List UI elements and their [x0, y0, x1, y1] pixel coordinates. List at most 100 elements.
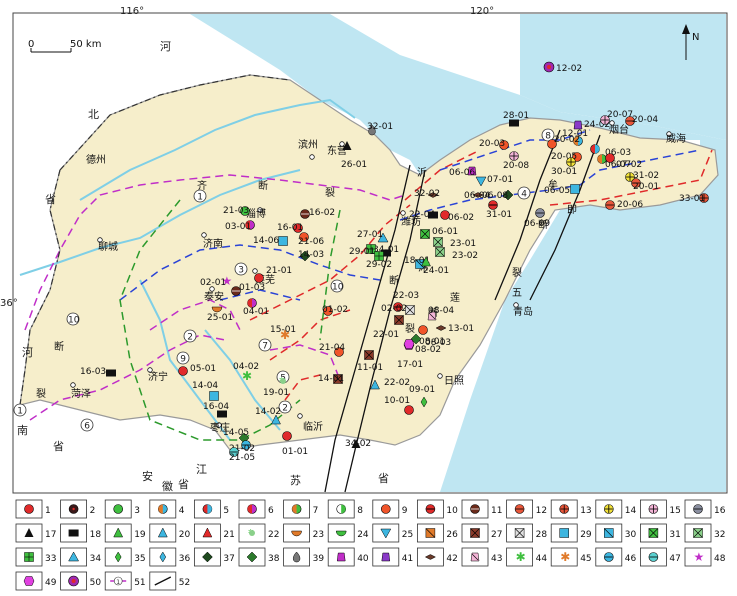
lat-36-label: 36° [0, 298, 18, 309]
legend-number: 17 [45, 530, 56, 540]
site-code: 29-02 [366, 260, 392, 270]
site-marker: 02-02 [381, 302, 407, 314]
legend-number: 37 [223, 554, 234, 564]
site-marker: 31-02 [625, 171, 659, 182]
fault-label-wu: 五 [512, 288, 522, 299]
site-code: 04-02 [233, 362, 259, 372]
fault-label-yi: 沂 [417, 166, 427, 179]
legend-number: 43 [491, 554, 502, 564]
legend-number: 47 [669, 554, 680, 564]
region-label-su: 苏 [290, 474, 301, 487]
city-label-qingdao: 青岛 [513, 305, 533, 318]
site-code: 22-01 [373, 330, 399, 340]
fault-label-ji: 即 [567, 204, 577, 216]
site-code: 06-06 [449, 168, 475, 178]
zone-number-text: 1 [17, 406, 23, 416]
site-code: 20-08 [503, 161, 529, 171]
site-code: 02-02 [381, 304, 407, 314]
site-code: 14-02 [255, 407, 281, 417]
site-code: 16-02 [309, 208, 335, 218]
zone-number-c10a: 10 [330, 279, 344, 293]
site-code: 31-01 [486, 210, 512, 220]
site-code: 04-01 [243, 307, 269, 317]
legend-number: 9 [402, 506, 408, 516]
site-code: 06-05 [544, 186, 570, 196]
legend-number: 26 [446, 530, 458, 540]
region-label-sheng4: 省 [178, 478, 189, 491]
zone-number-c4: 4 [517, 186, 531, 200]
svg-text:✱: ✱ [516, 550, 526, 564]
legend-number: 15 [669, 506, 680, 516]
site-code: 16-01 [277, 223, 303, 233]
site-code: 26-01 [341, 160, 367, 170]
site-code: 16-04 [203, 402, 229, 412]
city-dot-rizhao [437, 373, 443, 379]
site-marker: 20-06 [605, 200, 643, 210]
lon-120-label: 120° [470, 6, 494, 17]
site-code: 03-01 [225, 222, 251, 232]
legend-number: 42 [446, 554, 457, 564]
site-code: 21-01 [266, 266, 292, 276]
site-code: 06-08 [482, 191, 508, 201]
site-code: 01-01 [282, 447, 308, 457]
legend-number: 46 [625, 554, 637, 564]
site-code: 10-01 [384, 396, 410, 406]
zone-number-text: 2 [187, 332, 193, 342]
zone-number-text: 9 [180, 354, 186, 364]
legend-number: 16 [714, 506, 726, 516]
legend-number: 12 [536, 506, 547, 516]
legend-number: 28 [536, 530, 548, 540]
geological-map: 116° 120° 36° 0 50 km N 河北省河南省江苏 省安徽省 齐断裂… [0, 6, 728, 594]
site-marker: 12-02 [543, 61, 582, 74]
region-label-an: 安 [142, 469, 153, 483]
region-label-sheng3: 省 [378, 472, 389, 485]
site-code: 14-05 [223, 428, 249, 438]
zone-number-c2a: 2 [183, 329, 197, 343]
legend-number: 52 [179, 578, 190, 588]
site-code: 28-01 [503, 111, 529, 121]
legend-number: 2 [90, 506, 96, 516]
site-code: 06-02 [448, 213, 474, 223]
city-label-dezhou: 德州 [86, 153, 106, 166]
site-code: 19-01 [263, 388, 289, 398]
site-code: 15-01 [270, 325, 296, 335]
site-code: 22-04 [409, 210, 435, 220]
fault-label-lie4: 裂 [36, 387, 46, 400]
legend-number: 10 [446, 506, 458, 516]
legend-number: 33 [45, 554, 56, 564]
site-code: 06-01 [432, 227, 458, 237]
site-marker: 06-08 [482, 189, 514, 201]
region-label-bei: 北 [88, 108, 99, 121]
zone-number-text: 7 [262, 341, 268, 351]
fault-label-lie1: 裂 [325, 186, 335, 199]
site-code: 01-02 [322, 305, 348, 315]
site-code: 17-01 [397, 360, 423, 370]
zone-number-text: 10 [332, 282, 344, 292]
city-label-binzhou: 滨州 [298, 138, 318, 151]
legend-number: 8 [357, 506, 363, 516]
site-code: 20-06 [617, 200, 643, 210]
zone-number-c7: 7 [258, 338, 272, 352]
site-marker: 21-03 [223, 206, 250, 216]
site-code: 27-01 [357, 230, 383, 240]
legend-number: 51 [134, 578, 145, 588]
legend-number: 31 [669, 530, 680, 540]
fault-label-lie3: 裂 [512, 266, 522, 279]
lon-116-label: 116° [120, 6, 144, 17]
legend-number: 38 [268, 554, 280, 564]
legend-number: 39 [313, 554, 325, 564]
legend-number: 3 [134, 506, 140, 516]
site-code: 07-01 [487, 175, 513, 185]
site-code: 08-02 [415, 345, 441, 355]
site-marker: 16-02 [300, 208, 335, 219]
legend-number: 14 [625, 506, 637, 516]
city-label-jinan: 济南 [203, 237, 223, 250]
legend-number: 49 [45, 578, 57, 588]
legend-number: 19 [134, 530, 146, 540]
site-marker: 33-01 [679, 193, 709, 204]
fault-label-lian: 莲 [450, 292, 460, 304]
region-label-he1: 河 [160, 40, 171, 53]
site-code: 21-03 [223, 206, 249, 216]
site-code: 22-02 [384, 378, 410, 388]
legend-number: 32 [714, 530, 725, 540]
